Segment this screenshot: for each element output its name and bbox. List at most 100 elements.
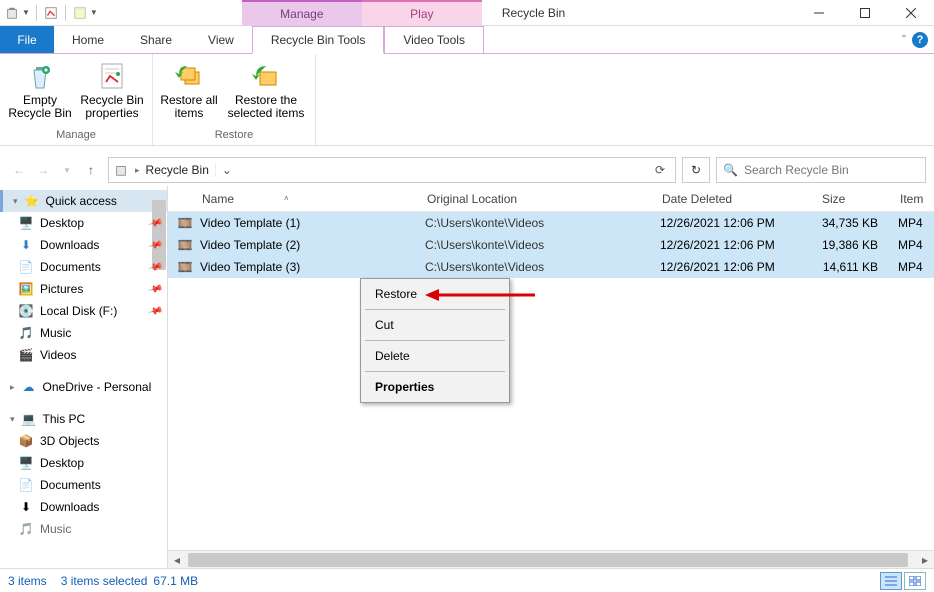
minimize-button[interactable]: [796, 0, 842, 26]
sidebar-pc-music[interactable]: 🎵Music: [0, 518, 167, 540]
empty-recycle-bin-button[interactable]: Empty Recycle Bin: [6, 56, 74, 127]
nav-up-button[interactable]: ↑: [80, 159, 102, 181]
tab-recycle-bin-tools[interactable]: Recycle Bin Tools: [252, 26, 385, 54]
scroll-right-icon[interactable]: ▸: [916, 553, 934, 567]
col-size[interactable]: Size: [816, 192, 894, 206]
restore-selected-button[interactable]: Restore the selected items: [223, 56, 309, 127]
desktop-icon: 🖥️: [18, 215, 34, 231]
sidebar-this-pc[interactable]: ▾💻This PC: [0, 408, 167, 430]
column-headers[interactable]: Name ˄ Original Location Date Deleted Siz…: [168, 186, 934, 212]
address-refresh-icon[interactable]: ⟳: [649, 163, 671, 177]
sidebar-local-disk[interactable]: 💽Local Disk (F:)📌: [0, 300, 167, 322]
sidebar-label: Local Disk (F:): [40, 304, 117, 318]
context-menu: Restore Cut Delete Properties: [360, 278, 510, 403]
ribbon-group-restore: Restore: [215, 127, 254, 145]
context-tab-manage[interactable]: Manage: [242, 0, 362, 26]
sidebar-pc-desktop[interactable]: 🖥️Desktop: [0, 452, 167, 474]
sidebar-pc-downloads[interactable]: ⬇Downloads: [0, 496, 167, 518]
nav-recent-dropdown-icon[interactable]: ▾: [56, 159, 78, 181]
qat-system-dropdown-icon[interactable]: ▼: [22, 8, 30, 17]
sidebar-label: Videos: [40, 348, 76, 362]
sidebar-label: Downloads: [40, 238, 99, 252]
recycle-bin-properties-button[interactable]: Recycle Bin properties: [78, 56, 146, 127]
restore-selected-label: Restore the selected items: [223, 94, 309, 120]
sidebar-documents[interactable]: 📄Documents📌: [0, 256, 167, 278]
view-thumbnails-button[interactable]: [904, 572, 926, 590]
tab-view[interactable]: View: [190, 26, 252, 53]
nav-forward-button[interactable]: →: [32, 159, 54, 181]
context-restore[interactable]: Restore: [361, 281, 509, 307]
sidebar-music[interactable]: 🎵Music: [0, 322, 167, 344]
videos-icon: 🎬: [18, 347, 34, 363]
ribbon-collapse-icon[interactable]: ˆ: [902, 33, 906, 47]
sidebar-label: Music: [40, 522, 71, 536]
sidebar-3d-objects[interactable]: 📦 3D Objects: [0, 430, 167, 452]
nav-back-button[interactable]: ←: [8, 159, 30, 181]
context-cut[interactable]: Cut: [361, 312, 509, 338]
breadcrumb-root[interactable]: Recycle Bin: [146, 163, 209, 177]
file-size: 14,611 KB: [814, 260, 892, 274]
view-details-button[interactable]: [880, 572, 902, 590]
restore-all-button[interactable]: Restore all items: [159, 56, 219, 127]
tab-home[interactable]: Home: [54, 26, 122, 53]
recycle-bin-crumb-icon: [113, 162, 129, 178]
window-title: Recycle Bin: [502, 6, 565, 20]
address-dropdown-icon[interactable]: ⌄: [215, 163, 238, 177]
downloads-icon: ⬇: [18, 499, 34, 515]
file-original-location: C:\Users\konte\Videos: [419, 216, 654, 230]
file-row[interactable]: 🎞️ Video Template (3) C:\Users\konte\Vid…: [168, 256, 934, 278]
scrollbar-thumb[interactable]: [188, 553, 908, 567]
navigation-pane[interactable]: ▾ ⭐ Quick access 🖥️Desktop📌 ⬇Downloads📌 …: [0, 186, 168, 568]
file-name: Video Template (3): [194, 260, 419, 274]
sidebar-desktop[interactable]: 🖥️Desktop📌: [0, 212, 167, 234]
chevron-down-icon[interactable]: ▾: [13, 196, 18, 207]
horizontal-scrollbar[interactable]: ◂ ▸: [168, 550, 934, 568]
chevron-right-icon[interactable]: ▸: [10, 382, 15, 393]
tab-share[interactable]: Share: [122, 26, 190, 53]
tab-video-tools[interactable]: Video Tools: [384, 26, 484, 53]
sidebar-onedrive[interactable]: ▸☁OneDrive - Personal: [0, 376, 167, 398]
documents-icon: 📄: [18, 477, 34, 493]
col-original-location[interactable]: Original Location: [421, 192, 656, 206]
empty-bin-icon: [24, 60, 56, 92]
properties-icon: [96, 60, 128, 92]
sidebar-label: Documents: [40, 478, 101, 492]
scroll-left-icon[interactable]: ◂: [168, 553, 186, 567]
sidebar-pictures[interactable]: 🖼️Pictures📌: [0, 278, 167, 300]
cloud-icon: ☁: [21, 379, 37, 395]
objects3d-icon: 📦: [18, 433, 34, 449]
file-row[interactable]: 🎞️ Video Template (1) C:\Users\konte\Vid…: [168, 212, 934, 234]
tab-file[interactable]: File: [0, 26, 54, 53]
help-icon[interactable]: ?: [912, 32, 928, 48]
maximize-button[interactable]: [842, 0, 888, 26]
file-row[interactable]: 🎞️ Video Template (2) C:\Users\konte\Vid…: [168, 234, 934, 256]
qat-customize-dropdown-icon[interactable]: ▼: [90, 8, 98, 17]
sort-ascending-icon: ˄: [284, 194, 289, 203]
chevron-right-icon[interactable]: ▸: [135, 165, 140, 176]
file-type: MP4: [892, 216, 932, 230]
chevron-down-icon[interactable]: ▾: [10, 414, 15, 425]
properties-label: Recycle Bin properties: [78, 94, 146, 120]
sidebar-label: Quick access: [46, 194, 117, 208]
new-folder-qat-icon[interactable]: [72, 5, 88, 21]
sidebar-label: Pictures: [40, 282, 83, 296]
context-tab-play[interactable]: Play: [362, 0, 482, 26]
sidebar-pc-documents[interactable]: 📄 Documents: [0, 474, 167, 496]
sidebar-quick-access[interactable]: ▾ ⭐ Quick access: [0, 190, 167, 212]
search-input[interactable]: 🔍 Search Recycle Bin: [716, 157, 926, 183]
properties-qat-icon[interactable]: [43, 5, 59, 21]
col-item-type[interactable]: Item: [894, 192, 934, 206]
col-name[interactable]: Name: [202, 192, 234, 206]
sidebar-label: 3D Objects: [40, 434, 99, 448]
address-bar[interactable]: ▸ Recycle Bin ⌄ ⟳: [108, 157, 676, 183]
refresh-button[interactable]: ↻: [682, 157, 710, 183]
context-delete[interactable]: Delete: [361, 343, 509, 369]
recycle-bin-icon[interactable]: [4, 5, 20, 21]
sidebar-downloads[interactable]: ⬇Downloads📌: [0, 234, 167, 256]
col-date-deleted[interactable]: Date Deleted: [656, 192, 816, 206]
video-file-icon: 🎞️: [176, 238, 194, 252]
close-button[interactable]: [888, 0, 934, 26]
sidebar-label: Desktop: [40, 216, 84, 230]
sidebar-videos[interactable]: 🎬 Videos: [0, 344, 167, 366]
context-properties[interactable]: Properties: [361, 374, 509, 400]
